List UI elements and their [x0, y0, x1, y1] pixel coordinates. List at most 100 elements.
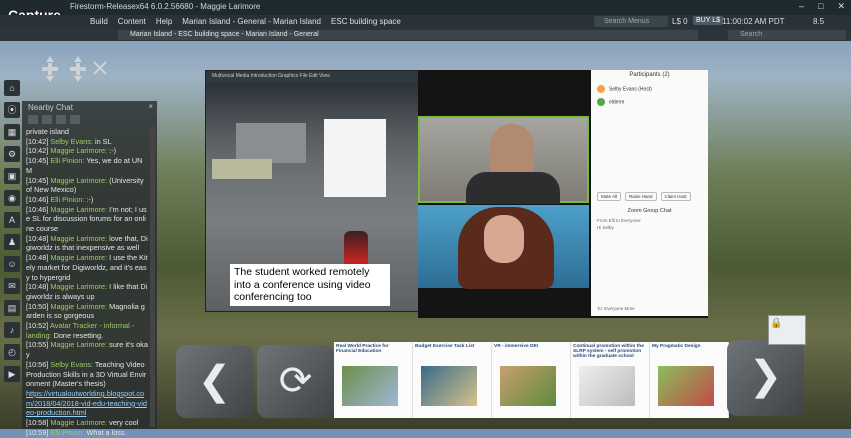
slide-thumbnail[interactable]: VR - immersive DEI [492, 342, 571, 418]
chat-message: [10:58] Maggie Larimore: very cool [26, 418, 148, 428]
group-chat-title: Zoom Group Chat [627, 208, 672, 214]
chat-message: [10:48] Maggie Larimore: I like that Dig… [26, 282, 148, 301]
participant-row[interactable]: Selby Evans (Host) [597, 85, 652, 93]
chat-timestamp: [10:52] [26, 321, 49, 331]
chat-sender[interactable]: Maggie Larimore: [50, 282, 107, 291]
next-slide-button[interactable]: ❯ [727, 340, 804, 416]
chat-sender[interactable]: Maggie Larimore: [50, 176, 107, 185]
chat-search-icon[interactable] [70, 115, 80, 124]
chat-icon[interactable]: ✉ [4, 278, 20, 294]
chat-message: https://virtualoutworlding.blogspot.com/… [26, 389, 148, 418]
participant-body [466, 172, 560, 204]
chat-text: Done resetting. [51, 330, 104, 340]
chat-sender[interactable]: Selby Evans: [50, 137, 93, 146]
chat-sender[interactable]: Maggie Larimore: [50, 253, 107, 262]
lock-icon: 🔒 [770, 318, 783, 329]
location-input[interactable]: Marian Island - ESC building space - Mar… [118, 30, 698, 40]
chat-timestamp: [10:55] [26, 340, 49, 350]
chat-sender[interactable]: Maggie Larimore: [50, 418, 107, 427]
chat-timestamp: [10:50] [26, 301, 49, 311]
slide-thumbnail[interactable]: My Pragmatic Design [650, 342, 729, 418]
media-icon[interactable]: ▶ [4, 366, 20, 382]
minimize-icon[interactable]: – [799, 1, 804, 12]
chat-sender[interactable]: Selby Evans: [50, 360, 93, 369]
menu-help[interactable]: Help [156, 17, 172, 26]
chat-message: [10:52] Avatar Tracker - informal - land… [26, 321, 148, 340]
camera-control[interactable] [38, 52, 110, 88]
menu-parcel[interactable]: ESC building space [331, 17, 401, 26]
menu-content[interactable]: Content [118, 17, 146, 26]
search-input[interactable]: Search [728, 30, 846, 40]
caption: The student worked remotely into a confe… [230, 264, 390, 306]
settings-icon[interactable]: ⚙ [4, 146, 20, 162]
view-icon[interactable]: ◉ [4, 190, 20, 206]
chat-sender[interactable]: Maggie Larimore: [50, 234, 107, 243]
close-icon[interactable]: ✕ [837, 1, 845, 12]
snapshot-icon[interactable]: ▤ [4, 300, 20, 316]
slide-image [500, 366, 556, 406]
voice-icon[interactable]: ♪ [4, 322, 20, 338]
chat-sender[interactable]: Maggie Larimore: [50, 146, 107, 155]
slide-thumbnail[interactable]: Real World Practice for Financial Educat… [334, 342, 413, 418]
menu-list: Build Content Help Marian Island - Gener… [90, 17, 401, 26]
participants-title: Participants (2) [629, 72, 670, 78]
shared-screen-menu: Multivocal Media Introduction Graphics F… [212, 73, 330, 79]
inventory-icon[interactable]: ▣ [4, 168, 20, 184]
history-icon[interactable]: ◴ [4, 344, 20, 360]
chat-message: [10:45] Elli Pinion: Yes, we do at UNM [26, 156, 148, 175]
chat-timestamp: [10:48] [26, 233, 49, 243]
slide-image [579, 366, 635, 406]
location-pin-icon[interactable]: ⦿ [4, 102, 20, 118]
scene-wall [236, 123, 306, 163]
participant-avatar [597, 85, 605, 93]
chat-sender[interactable]: Maggie Larimore: [50, 205, 107, 214]
claim-host-button[interactable]: Claim Host [660, 192, 691, 201]
group-chat-footer[interactable]: To: Everyone More [597, 306, 635, 311]
group-chat-line: From Elli to Everyone: [597, 218, 642, 223]
chat-sender[interactable]: Maggie Larimore: [50, 302, 107, 311]
people-icon[interactable]: ☺ [4, 256, 20, 272]
menu-region[interactable]: Marian Island - General - Marian Island [182, 17, 321, 26]
translate-icon[interactable]: A [4, 212, 20, 228]
clock: 11:00:02 AM PDT [722, 17, 785, 26]
home-icon[interactable]: ⌂ [4, 80, 20, 96]
chat-history-icon[interactable] [56, 115, 66, 124]
chat-message: [10:45] Maggie Larimore: (University of … [26, 176, 148, 195]
chat-sender[interactable]: Elli Pinion: [50, 156, 84, 165]
chat-toolbar [28, 115, 80, 124]
menu-build[interactable]: Build [90, 17, 108, 26]
video-tile-host[interactable] [418, 116, 589, 204]
participant-row[interactable]: elderm [597, 98, 624, 106]
close-icon[interactable]: × [148, 102, 153, 111]
chat-sender[interactable]: Maggie Larimore: [50, 340, 107, 349]
chat-timestamp: [10:48] [26, 253, 49, 263]
nearby-chat-panel: Nearby Chat × private island [10:42] Selb… [22, 101, 157, 437]
slide-image [342, 366, 398, 406]
reload-slide-button[interactable]: ⟳ [257, 345, 334, 418]
participant-avatar [597, 98, 605, 106]
video-tile-participant[interactable] [418, 205, 589, 289]
previous-slide-button[interactable]: ❮ [176, 345, 253, 418]
mute-all-button[interactable]: Mute All [597, 192, 622, 201]
chat-link[interactable]: https://virtualoutworlding.blogspot.com/… [26, 389, 147, 417]
chat-message: [10:56] Selby Evans: Teaching Video Prod… [26, 360, 148, 389]
chat-timestamp: [10:42] [26, 146, 49, 156]
pan-up-icon [46, 56, 54, 62]
chat-sender[interactable]: Elli Pinion: [50, 195, 84, 204]
chat-text: :-) [107, 146, 117, 156]
slide-thumbnail[interactable]: Continual promotion within the SLRP syst… [571, 342, 650, 418]
map-icon[interactable]: ▦ [4, 124, 20, 140]
buy-currency-button[interactable]: BUY L$ [693, 16, 723, 25]
scene-poster [324, 119, 386, 197]
chat-people-icon[interactable] [42, 115, 52, 124]
search-menus-input[interactable]: Search Menus [594, 16, 668, 27]
appearance-icon[interactable]: ♟ [4, 234, 20, 250]
chat-settings-icon[interactable] [28, 115, 38, 124]
chat-sender[interactable]: Elli Pinion: [50, 428, 84, 437]
chat-scrollbar[interactable] [150, 127, 155, 427]
left-toolbar: ⌂ ⦿ ▦ ⚙ ▣ ◉ A ♟ ☺ ✉ ▤ ♪ ◴ ▶ [4, 80, 22, 420]
maximize-icon[interactable]: □ [818, 1, 823, 12]
slide-thumbnail[interactable]: Budget Exercise Task List [413, 342, 492, 418]
pan-down-icon [46, 76, 54, 82]
raise-hand-button[interactable]: Raise Hand [625, 192, 657, 201]
